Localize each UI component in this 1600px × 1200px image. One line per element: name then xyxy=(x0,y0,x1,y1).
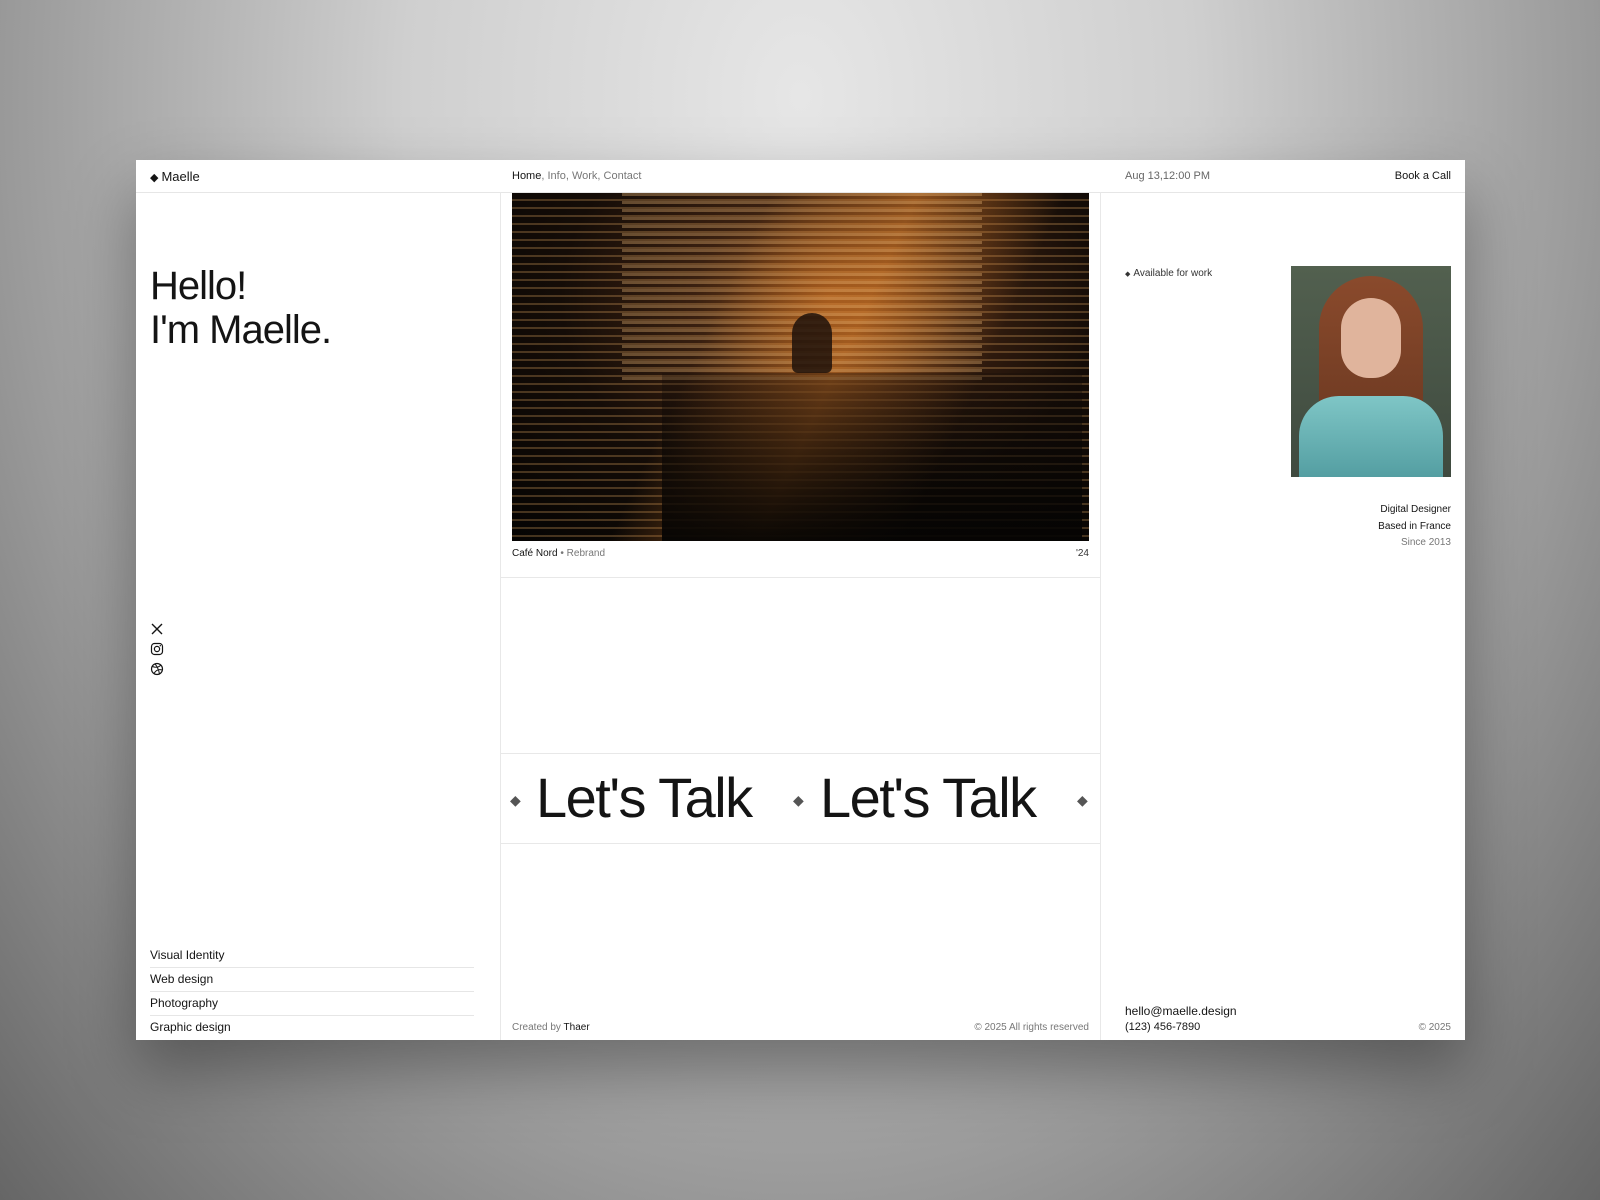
contact-phone[interactable]: (123) 456-7890 xyxy=(1125,1021,1237,1033)
nav-work[interactable]: Work xyxy=(572,170,597,182)
nav-contact[interactable]: Contact xyxy=(604,170,642,182)
section-divider xyxy=(500,577,1101,578)
footer-credit: Created by Thaer xyxy=(512,1022,590,1033)
caption-separator: • xyxy=(560,548,564,559)
profile-since: Since 2013 xyxy=(1400,537,1451,548)
profile-location: Based in France xyxy=(1378,520,1451,532)
availability-status: ◆ Available for work xyxy=(1125,268,1212,279)
x-icon[interactable] xyxy=(150,622,164,636)
service-item[interactable]: Visual Identity xyxy=(150,944,474,968)
brand-name: Maelle xyxy=(161,169,200,184)
diamond-icon: ◆ xyxy=(1077,792,1088,808)
diamond-icon: ◆ xyxy=(150,172,159,184)
service-item[interactable]: Web design xyxy=(150,968,474,992)
service-item[interactable]: Graphic design xyxy=(150,1016,474,1039)
diamond-icon: ◆ xyxy=(1125,271,1131,278)
image-booth xyxy=(662,373,1082,541)
featured-project-image[interactable] xyxy=(512,193,1089,541)
diamond-icon: ◆ xyxy=(510,792,521,808)
contact-info: hello@maelle.design (123) 456-7890 xyxy=(1125,1004,1237,1033)
section-divider xyxy=(500,843,1101,844)
availability-text: Available for work xyxy=(1133,268,1213,279)
portrait-face xyxy=(1341,298,1401,378)
project-name[interactable]: Café Nord xyxy=(512,548,558,559)
profile-role: Digital Designer xyxy=(1380,504,1451,515)
credit-author[interactable]: Thaer xyxy=(564,1022,590,1033)
top-bar: ◆ Maelle Home, Info, Work, Contact Aug 13… xyxy=(136,160,1465,193)
credit-prefix: Created by xyxy=(512,1022,561,1033)
dribbble-icon[interactable] xyxy=(150,662,164,676)
contact-email[interactable]: hello@maelle.design xyxy=(1125,1004,1237,1018)
portrait-shirt xyxy=(1299,396,1443,477)
project-type: Rebrand xyxy=(566,548,606,559)
lets-talk-marquee[interactable]: ◆ Let's Talk ◆ Let's Talk ◆ xyxy=(500,754,1101,842)
nav-home[interactable]: Home xyxy=(512,170,541,182)
logo[interactable]: ◆ Maelle xyxy=(150,169,200,184)
footer-rights: © 2025 All rights reserved xyxy=(974,1022,1089,1033)
social-links xyxy=(150,622,164,682)
diamond-icon: ◆ xyxy=(793,792,804,808)
marquee-text: Let's Talk xyxy=(536,766,753,829)
service-item[interactable]: Photography xyxy=(150,992,474,1016)
profile-portrait xyxy=(1291,266,1451,477)
column-divider xyxy=(500,192,501,1040)
marquee-text: Let's Talk xyxy=(820,766,1037,829)
image-figure xyxy=(792,313,832,373)
hero-title: Hello! I'm Maelle. xyxy=(150,264,332,352)
portfolio-window: ◆ Maelle Home, Info, Work, Contact Aug 13… xyxy=(136,160,1465,1040)
featured-project-caption: Café Nord • Rebrand '24 xyxy=(512,548,1089,559)
datetime-display: Aug 13,12:00 PM xyxy=(1125,170,1211,182)
services-list: Visual Identity Web design Photography G… xyxy=(150,944,474,1039)
book-call-button[interactable]: Book a Call xyxy=(1395,170,1451,182)
copyright: © 2025 xyxy=(1418,1022,1451,1033)
profile-bio: Digital Designer Based in France Since 2… xyxy=(1378,502,1451,552)
main-nav: Home, Info, Work, Contact xyxy=(512,170,641,182)
instagram-icon[interactable] xyxy=(150,642,164,656)
nav-info[interactable]: Info xyxy=(547,170,565,182)
project-year: '24 xyxy=(1075,548,1089,559)
column-divider xyxy=(1100,192,1101,1040)
